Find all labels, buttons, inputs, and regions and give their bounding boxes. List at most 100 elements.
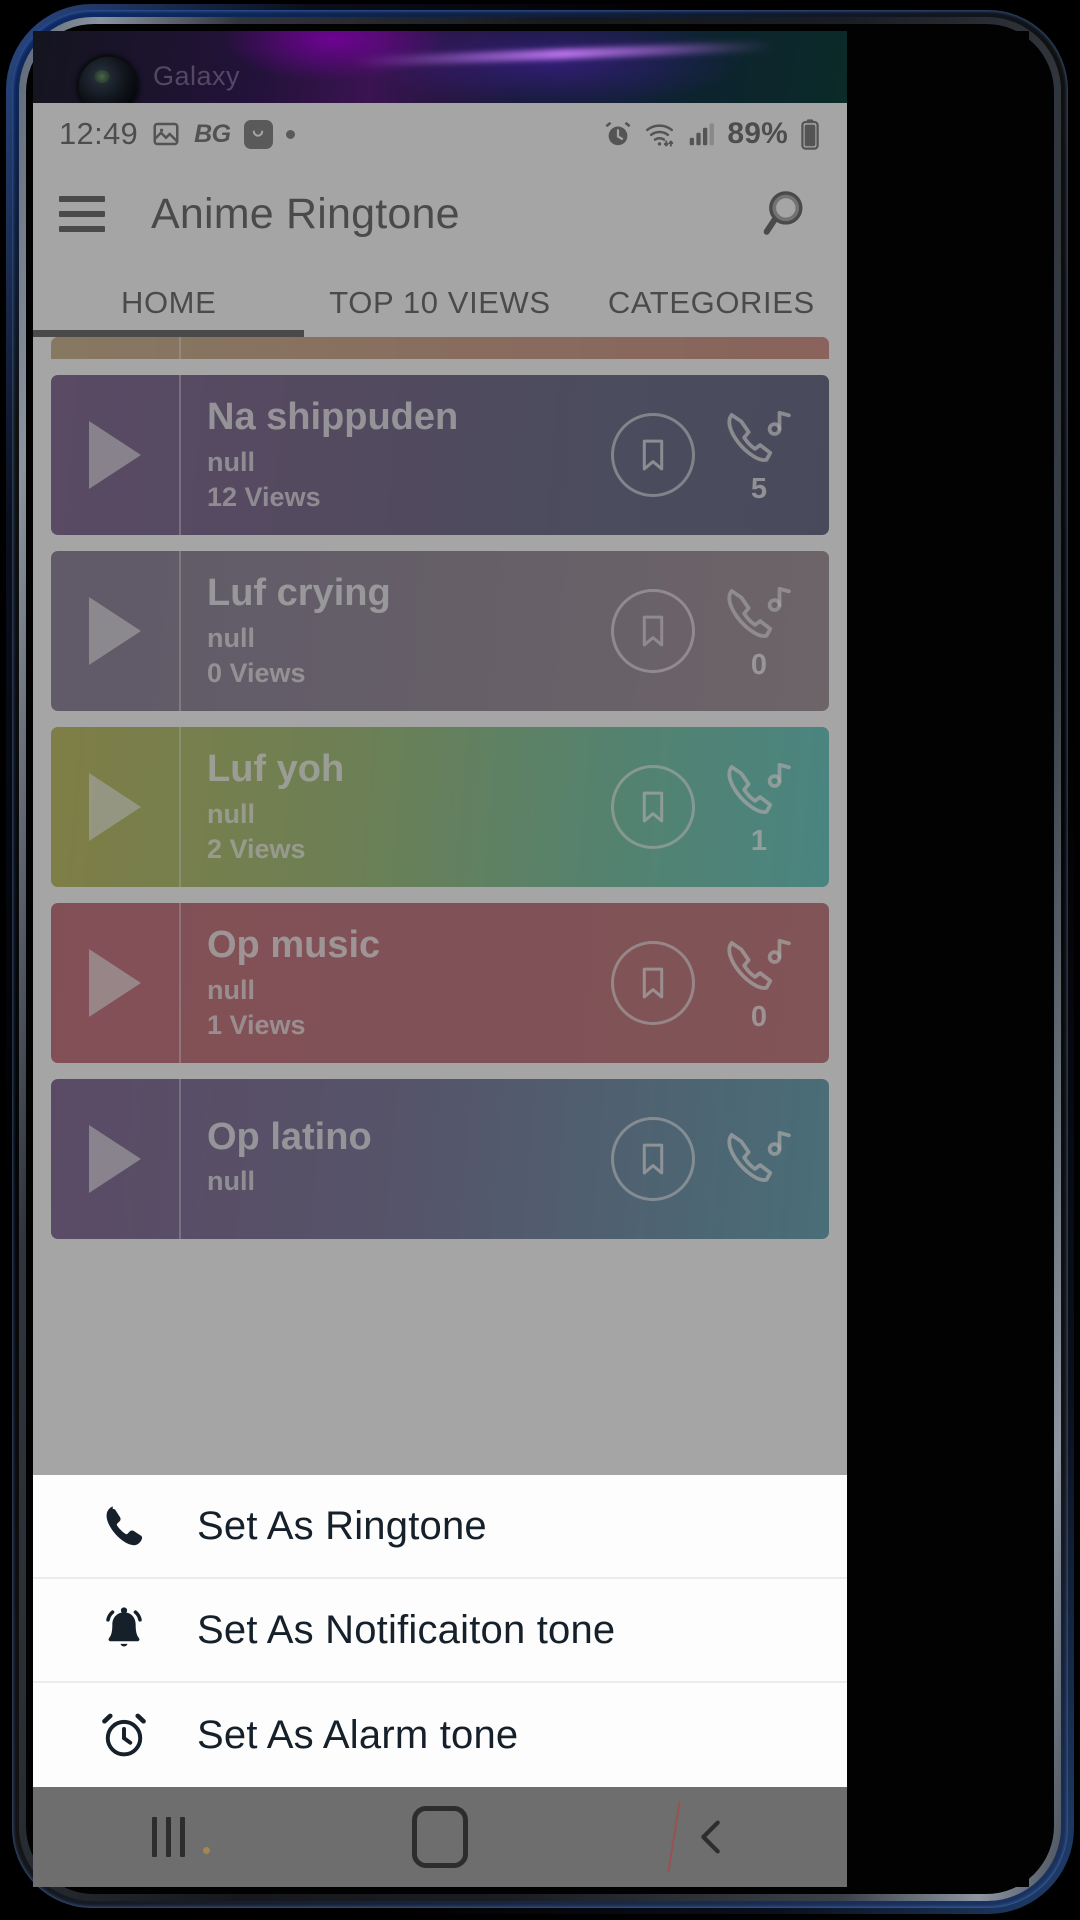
- phone-music-icon[interactable]: 1: [723, 757, 795, 858]
- screen-dust-speck: [203, 1847, 210, 1854]
- tab-categories[interactable]: CATEGORIES: [576, 285, 847, 337]
- battery-percent-label: 89%: [727, 117, 788, 150]
- list-item-content: Op latino null: [181, 1079, 611, 1239]
- list-item-subtitle: null: [207, 974, 255, 1005]
- android-navigation-bar: [33, 1787, 847, 1887]
- list-item-title: Op latino: [207, 1115, 372, 1158]
- play-icon[interactable]: [51, 375, 181, 535]
- ringtone-count: 5: [750, 472, 768, 505]
- play-triangle: [89, 773, 141, 841]
- image-icon: [151, 119, 181, 149]
- menu-item-set-as-ringtone[interactable]: Set As Ringtone: [33, 1475, 847, 1579]
- wallpaper-light-streak: [352, 40, 774, 68]
- play-icon[interactable]: [51, 337, 181, 359]
- page-title: Anime Ringtone: [151, 189, 460, 238]
- hamburger-icon[interactable]: [59, 196, 105, 232]
- phone-music-icon[interactable]: 0: [723, 581, 795, 682]
- hamburger-line: [59, 196, 105, 202]
- table-row[interactable]: Luf yoh null 2 Views 1: [51, 727, 829, 887]
- bg-badge-icon: BG: [194, 119, 231, 148]
- search-icon[interactable]: [759, 183, 821, 245]
- phone-music-icon[interactable]: 5: [723, 405, 795, 506]
- list-item-actions: 0: [611, 903, 829, 1063]
- list-item-views: 12 Views: [207, 481, 321, 512]
- list-item-subtitle: null: [207, 622, 255, 653]
- device-frame-right: [847, 31, 1029, 1887]
- app-bar: Anime Ringtone: [33, 165, 847, 263]
- play-icon[interactable]: [51, 727, 181, 887]
- phone-screen: Galaxy 12:49 BG 89% Anime Ringtone HOME …: [33, 31, 847, 1887]
- dot-badge-icon: [285, 129, 295, 139]
- status-bar-right: 89%: [603, 117, 821, 151]
- phone-icon: [95, 1501, 153, 1551]
- home-glyph: [411, 1806, 468, 1868]
- ringtone-count: 1: [750, 824, 768, 857]
- recents-icon[interactable]: [33, 1817, 304, 1857]
- table-row[interactable]: Op music null 1 Views 0: [51, 903, 829, 1063]
- hamburger-line: [59, 211, 105, 217]
- list-item-actions: 1: [611, 727, 829, 887]
- tab-bar: HOME TOP 10 VIEWS CATEGORIES: [33, 263, 847, 337]
- table-row[interactable]: Na shippuden null 12 Views 5: [51, 375, 829, 535]
- alarm-icon: [603, 119, 633, 149]
- list-item-actions: 0: [611, 551, 829, 711]
- play-icon[interactable]: [51, 903, 181, 1063]
- list-item-subtitle: null: [207, 1166, 255, 1197]
- list-item-views: 2 Views: [207, 833, 306, 864]
- wifi-icon: [644, 119, 675, 150]
- alarm-clock-icon: [95, 1709, 153, 1761]
- table-row[interactable]: Luf crying null 0 Views 0: [51, 551, 829, 711]
- list-item-peek[interactable]: [51, 337, 829, 359]
- list-item-actions: [611, 1079, 829, 1239]
- table-row[interactable]: Op latino null: [51, 1079, 829, 1239]
- menu-item-label: Set As Ringtone: [197, 1503, 487, 1548]
- play-triangle: [89, 597, 141, 665]
- bookmark-icon[interactable]: [611, 589, 695, 673]
- tab-home[interactable]: HOME: [33, 285, 305, 337]
- play-triangle: [89, 1125, 141, 1193]
- list-item-title: Luf yoh: [207, 748, 345, 791]
- wallpaper-label: Galaxy: [153, 61, 241, 91]
- hamburger-line: [59, 226, 105, 232]
- list-item-views: 1 Views: [207, 1009, 306, 1040]
- bookmark-icon[interactable]: [611, 941, 695, 1025]
- menu-item-set-as-alarm-tone[interactable]: Set As Alarm tone: [33, 1683, 847, 1787]
- phone-music-icon[interactable]: 0: [723, 933, 795, 1034]
- menu-item-label: Set As Alarm tone: [197, 1712, 519, 1757]
- bookmark-icon[interactable]: [611, 1117, 695, 1201]
- phone-music-icon[interactable]: [723, 1125, 795, 1193]
- list-item-content: Luf crying null 0 Views: [181, 551, 611, 711]
- bottom-sheet-menu: Set As Ringtone Set As Notificaiton tone: [33, 1475, 847, 1787]
- play-icon[interactable]: [51, 551, 181, 711]
- bookmark-icon[interactable]: [611, 765, 695, 849]
- list-item-actions: 5: [611, 375, 829, 535]
- list-item-title: Na shippuden: [207, 396, 459, 439]
- ringtone-count: 0: [750, 1000, 768, 1033]
- play-icon[interactable]: [51, 1079, 181, 1239]
- phone-frame: Galaxy 12:49 BG 89% Anime Ringtone HOME …: [0, 0, 1080, 1920]
- bell-icon: [95, 1604, 153, 1656]
- bookmark-icon[interactable]: [611, 413, 695, 497]
- play-triangle: [89, 949, 141, 1017]
- list-item-title: Op music: [207, 924, 381, 967]
- status-time: 12:49: [59, 116, 139, 151]
- tab-top-10-views[interactable]: TOP 10 VIEWS: [304, 285, 575, 337]
- menu-item-set-as-notification-tone[interactable]: Set As Notificaiton tone: [33, 1579, 847, 1683]
- list-item-content: Luf yoh null 2 Views: [181, 727, 611, 887]
- list-item-subtitle: null: [207, 446, 255, 477]
- list-item-content: Op music null 1 Views: [181, 903, 611, 1063]
- status-bar-left: 12:49 BG: [59, 116, 295, 152]
- app-container: 12:49 BG 89% Anime Ringtone HOME TOP 10 …: [33, 103, 847, 1887]
- play-triangle: [89, 421, 141, 489]
- recents-glyph: [152, 1817, 186, 1857]
- list-item-content: Na shippuden null 12 Views: [181, 375, 611, 535]
- list-item-subtitle: null: [207, 798, 255, 829]
- wallpaper-strip: Galaxy: [33, 31, 847, 115]
- battery-icon: [799, 118, 821, 150]
- list-item-views: 0 Views: [207, 657, 306, 688]
- ringtone-count: 0: [750, 648, 768, 681]
- signal-icon: [686, 119, 716, 149]
- home-icon[interactable]: [304, 1806, 575, 1868]
- back-icon[interactable]: [576, 1811, 847, 1863]
- smiley-badge-icon: [243, 119, 273, 149]
